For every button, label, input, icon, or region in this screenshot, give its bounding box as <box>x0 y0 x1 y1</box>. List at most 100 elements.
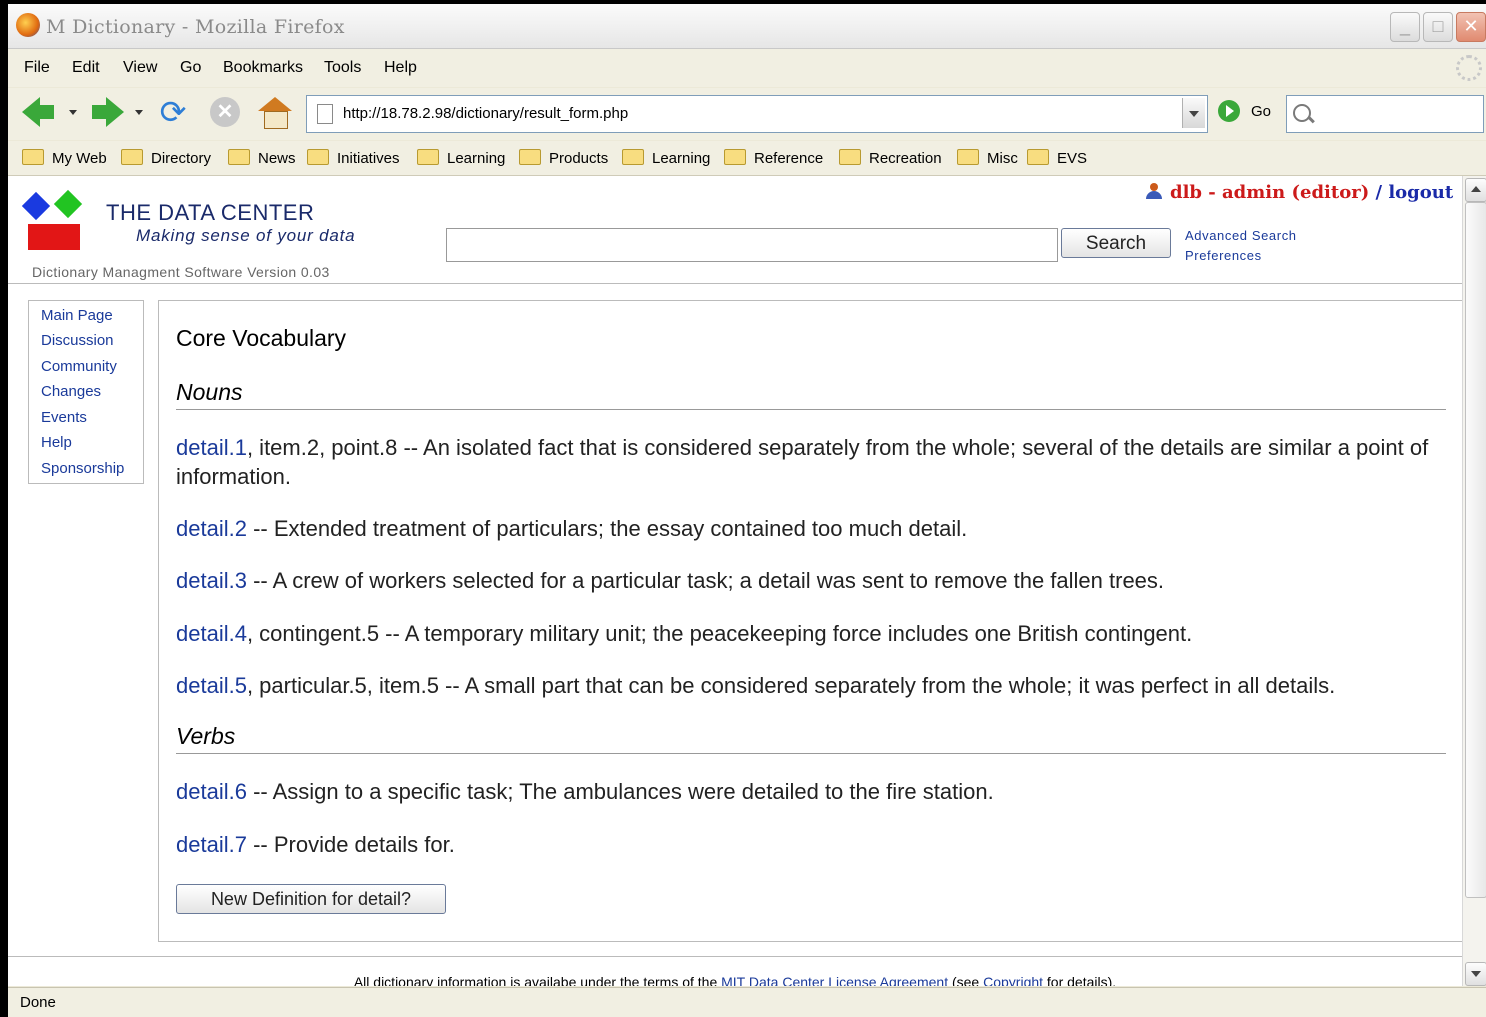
bookmark-reference[interactable]: Reference <box>724 149 823 167</box>
sidebar-item-sponsorship[interactable]: Sponsorship <box>41 460 124 477</box>
bookmark-label: Misc <box>987 150 1018 167</box>
advanced-search-link[interactable]: Advanced Search <box>1185 228 1297 243</box>
home-icon[interactable] <box>256 93 294 131</box>
bookmark-label: Recreation <box>869 150 942 167</box>
menu-file[interactable]: File <box>24 59 50 77</box>
back-dropdown-icon[interactable] <box>69 110 77 115</box>
nouns-divider <box>176 409 1446 410</box>
menu-bar: File Edit View Go Bookmarks Tools Help <box>8 49 1486 87</box>
folder-icon <box>622 149 644 165</box>
definition-link[interactable]: detail.1 <box>176 435 247 460</box>
definition-text: -- Provide details for. <box>246 832 455 857</box>
forward-dropdown-icon[interactable] <box>135 110 143 115</box>
scroll-down-icon[interactable] <box>1465 962 1486 986</box>
bookmark-label: Initiatives <box>337 150 400 167</box>
minimize-button[interactable]: _ <box>1390 12 1420 42</box>
url-text[interactable]: http://18.78.2.98/dictionary/result_form… <box>343 105 628 122</box>
folder-icon <box>307 149 329 165</box>
site-title: THE DATA CENTER <box>106 200 315 225</box>
page-content: THE DATA CENTER Making sense of your dat… <box>8 176 1462 986</box>
software-version: Dictionary Managment Software Version 0.… <box>32 264 330 280</box>
copyright-link[interactable]: Copyright <box>983 974 1043 986</box>
back-arrow-icon[interactable] <box>20 93 58 131</box>
header-divider <box>8 283 1462 284</box>
bookmark-learning[interactable]: Learning <box>417 149 505 167</box>
definition-entry: detail.3 -- A crew of workers selected f… <box>176 566 1436 595</box>
search-button[interactable]: Search <box>1061 228 1171 258</box>
menu-go[interactable]: Go <box>180 59 201 77</box>
definition-entry: detail.1, item.2, point.8 -- An isolated… <box>176 433 1436 491</box>
logout-link[interactable]: logout <box>1388 182 1453 203</box>
folder-icon <box>839 149 861 165</box>
bookmark-products[interactable]: Products <box>519 149 608 167</box>
bookmark-label: Learning <box>652 150 711 167</box>
menu-help[interactable]: Help <box>384 59 417 77</box>
url-bar[interactable]: http://18.78.2.98/dictionary/result_form… <box>306 95 1208 133</box>
menu-bookmarks[interactable]: Bookmarks <box>223 59 303 77</box>
menu-tools[interactable]: Tools <box>324 59 361 77</box>
url-history-dropdown[interactable] <box>1182 98 1205 128</box>
definition-link[interactable]: detail.7 <box>176 832 247 857</box>
vertical-scrollbar[interactable] <box>1462 176 1486 986</box>
bookmark-recreation[interactable]: Recreation <box>839 149 942 167</box>
folder-icon <box>1027 149 1049 165</box>
definition-link[interactable]: detail.2 <box>176 516 247 541</box>
bookmark-label: EVS <box>1057 150 1088 167</box>
sidebar-item-discussion[interactable]: Discussion <box>41 332 114 349</box>
bookmark-directory[interactable]: Directory <box>121 149 211 167</box>
menu-edit[interactable]: Edit <box>72 59 100 77</box>
definition-link[interactable]: detail.4 <box>176 621 247 646</box>
bookmark-label: Reference <box>754 150 824 167</box>
sidebar-item-changes[interactable]: Changes <box>41 383 101 400</box>
user-icon <box>1146 183 1162 199</box>
new-definition-button[interactable]: New Definition for detail? <box>176 884 446 914</box>
definition-text: , particular.5, item.5 -- A small part t… <box>246 673 1336 698</box>
status-bar: Done <box>8 987 1486 1017</box>
definition-entry: detail.2 -- Extended treatment of partic… <box>176 514 1436 543</box>
verbs-divider <box>176 753 1446 754</box>
bookmark-my-web[interactable]: My Web <box>22 149 107 167</box>
user-info: dlb - admin (editor) <box>1170 182 1370 203</box>
definition-link[interactable]: detail.3 <box>176 568 247 593</box>
definition-text: -- Assign to a specific task; The ambula… <box>246 779 994 804</box>
bookmark-misc[interactable]: Misc <box>957 149 1018 167</box>
folder-icon <box>121 149 143 165</box>
bookmark-news[interactable]: News <box>228 149 296 167</box>
firefox-logo-icon <box>16 13 40 37</box>
folder-icon <box>519 149 541 165</box>
maximize-button[interactable]: □ <box>1423 12 1453 42</box>
sidebar-item-main-page[interactable]: Main Page <box>41 307 113 324</box>
bookmark-initiatives[interactable]: Initiatives <box>307 149 400 167</box>
definition-entry: detail.7 -- Provide details for. <box>176 830 1436 859</box>
dictionary-search-input[interactable] <box>446 228 1058 262</box>
definition-link[interactable]: detail.5 <box>176 673 247 698</box>
menu-view[interactable]: View <box>123 59 157 77</box>
magnifier-icon[interactable] <box>1293 104 1311 122</box>
throbber-icon <box>1456 55 1482 81</box>
bookmark-learning-2[interactable]: Learning <box>622 149 710 167</box>
license-link[interactable]: MIT Data Center License Agreement <box>721 974 948 986</box>
license-footer: All dictionary information is availabe u… <box>8 974 1462 986</box>
go-arrow-icon[interactable] <box>1218 100 1240 122</box>
forward-arrow-icon[interactable] <box>88 93 126 131</box>
stop-button[interactable]: ✕ <box>206 93 244 131</box>
reload-icon[interactable]: ⟳ <box>154 93 192 131</box>
logo-green-diamond-icon <box>53 189 83 219</box>
stop-icon: ✕ <box>210 97 240 127</box>
scroll-up-icon[interactable] <box>1465 178 1486 202</box>
scroll-thumb[interactable] <box>1465 202 1486 898</box>
sidebar-item-events[interactable]: Events <box>41 409 87 426</box>
definition-text: , item.2, point.8 -- An isolated fact th… <box>176 435 1429 489</box>
sidebar-item-community[interactable]: Community <box>41 358 117 375</box>
status-text: Done <box>20 994 56 1011</box>
browser-search-input[interactable] <box>1286 95 1484 133</box>
user-separator: / <box>1369 182 1389 203</box>
preferences-link[interactable]: Preferences <box>1185 248 1262 263</box>
bookmark-evs[interactable]: EVS <box>1027 149 1087 167</box>
close-button[interactable]: ✕ <box>1456 12 1486 42</box>
sidebar-item-help[interactable]: Help <box>41 434 72 451</box>
footer-middle: (see <box>948 974 984 986</box>
sidebar-nav: Main Page Discussion Community Changes E… <box>28 300 144 484</box>
go-button-label[interactable]: Go <box>1251 103 1271 120</box>
definition-link[interactable]: detail.6 <box>176 779 247 804</box>
